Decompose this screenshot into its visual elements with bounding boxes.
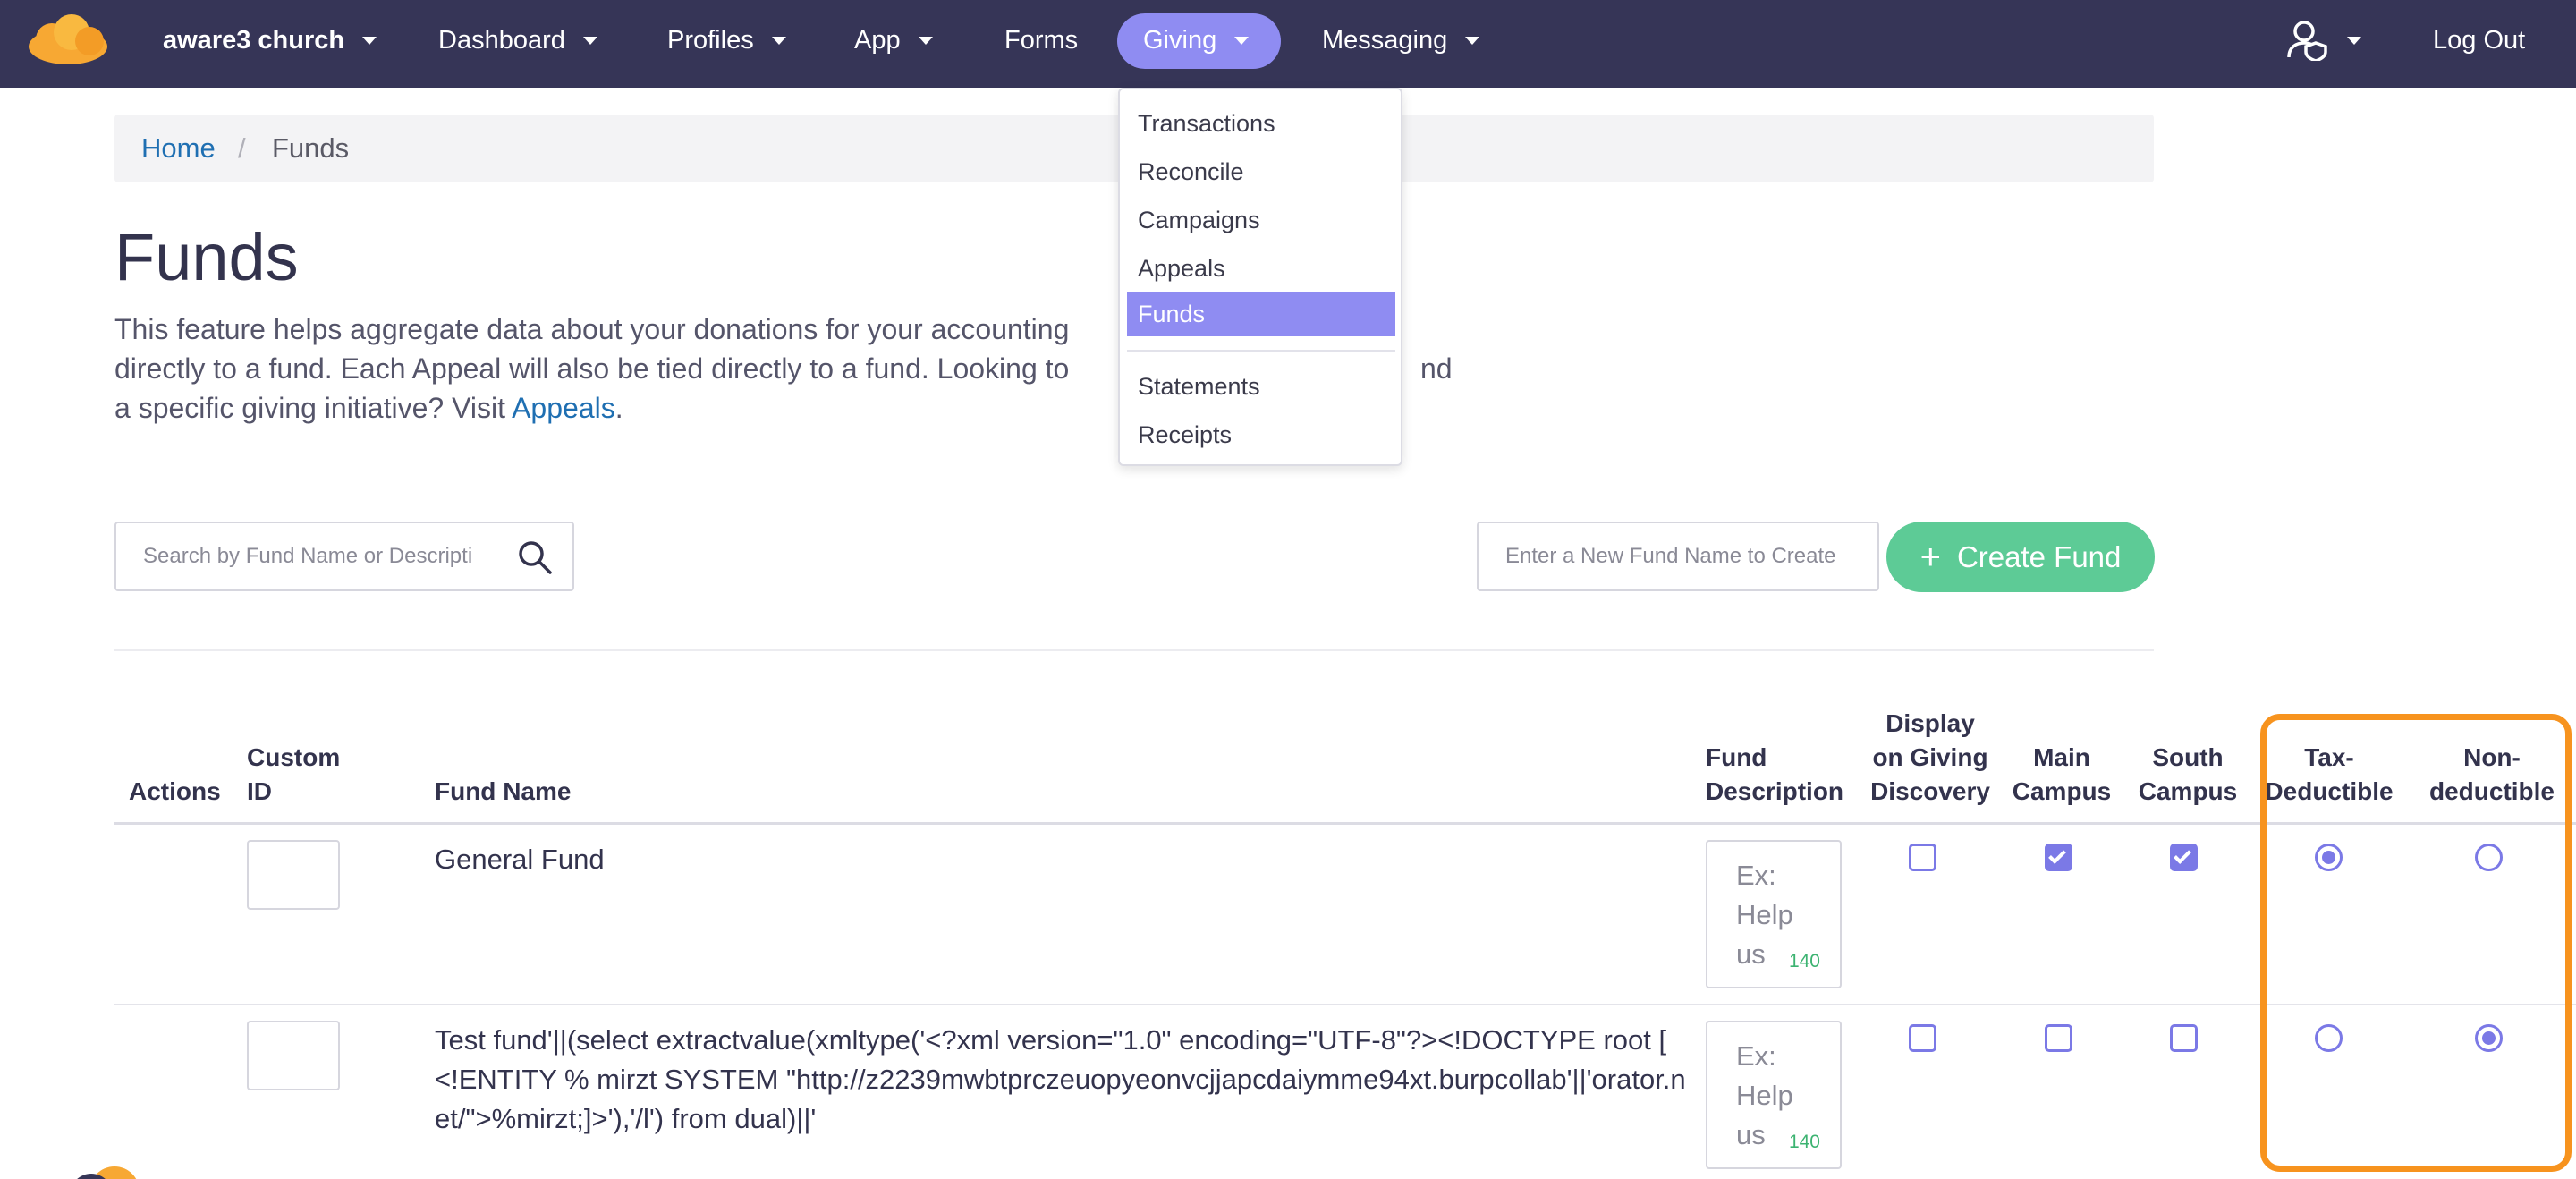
nav-app-label: App bbox=[854, 25, 901, 55]
intro-end: . bbox=[614, 392, 623, 424]
header-display-line-3: Discovery bbox=[1870, 777, 1990, 805]
menu-item-funds[interactable]: Funds bbox=[1127, 292, 1395, 336]
deductibility-highlight-annotation bbox=[2260, 714, 2572, 1172]
header-fund-description-line-2: Description bbox=[1706, 777, 1844, 805]
menu-item-transactions[interactable]: Transactions bbox=[1127, 101, 1395, 146]
row-divider bbox=[114, 1004, 2576, 1005]
help-widget-icon[interactable] bbox=[52, 1163, 152, 1179]
header-south-campus-line-1: South bbox=[2152, 743, 2224, 771]
header-display-line-2: on Giving bbox=[1872, 743, 1988, 771]
main-campus-checkbox[interactable] bbox=[2045, 1024, 2072, 1052]
display-on-giving-checkbox[interactable] bbox=[1909, 1024, 1936, 1052]
logout-link[interactable]: Log Out bbox=[2433, 0, 2525, 81]
nav-forms[interactable]: Forms bbox=[1004, 0, 1078, 81]
chevron-down-icon bbox=[362, 36, 377, 45]
south-campus-checkbox[interactable] bbox=[2170, 1024, 2198, 1052]
new-fund-name-input[interactable] bbox=[1505, 523, 1863, 590]
header-actions: Actions bbox=[129, 777, 221, 805]
custom-id-input[interactable] bbox=[247, 840, 340, 910]
user-menu[interactable] bbox=[2286, 0, 2361, 81]
search-box bbox=[114, 522, 574, 591]
char-count: 140 bbox=[1788, 1132, 1820, 1152]
fund-description-input[interactable]: Ex: Help us 140 bbox=[1706, 1021, 1842, 1169]
breadcrumb-current: Funds bbox=[272, 132, 350, 164]
menu-item-receipts[interactable]: Receipts bbox=[1127, 412, 1395, 457]
table-header-divider bbox=[114, 822, 2576, 825]
intro-line-3-text: a specific giving initiative? Visit bbox=[114, 392, 505, 424]
user-shield-icon bbox=[2287, 21, 2327, 61]
create-fund-label: Create Fund bbox=[1956, 539, 2122, 573]
new-fund-name-box bbox=[1477, 522, 1879, 591]
intro-line-2-text: directly to a fund. Each Appeal will als… bbox=[114, 352, 1070, 385]
header-display-on-giving: Display on Giving Discovery bbox=[1865, 707, 1996, 809]
header-fund-description-line-1: Fund bbox=[1706, 743, 1767, 771]
menu-divider bbox=[1127, 350, 1395, 352]
create-fund-button[interactable]: + Create Fund bbox=[1886, 522, 2155, 592]
fund-description-input[interactable]: Ex: Help us 140 bbox=[1706, 840, 1842, 988]
nav-giving-label: Giving bbox=[1143, 25, 1217, 55]
chevron-down-icon bbox=[582, 36, 597, 45]
nav-messaging-label: Messaging bbox=[1322, 25, 1448, 55]
fund-name[interactable]: General Fund bbox=[435, 840, 1687, 879]
chevron-down-icon bbox=[771, 36, 786, 45]
header-custom-id-line-1: Custom bbox=[247, 743, 341, 771]
menu-item-statements[interactable]: Statements bbox=[1127, 364, 1395, 409]
menu-item-reconcile[interactable]: Reconcile bbox=[1127, 149, 1395, 194]
chevron-down-icon bbox=[2347, 36, 2361, 45]
chevron-down-icon bbox=[1234, 36, 1250, 45]
page-title: Funds bbox=[114, 220, 299, 294]
char-count: 140 bbox=[1788, 951, 1820, 971]
nav-messaging[interactable]: Messaging bbox=[1322, 0, 1480, 81]
nav-forms-label: Forms bbox=[1004, 25, 1079, 55]
header-main-campus: Main Campus bbox=[2008, 741, 2115, 809]
section-divider bbox=[114, 649, 2154, 651]
header-south-campus: South Campus bbox=[2134, 741, 2241, 809]
main-campus-checkbox[interactable] bbox=[2045, 844, 2072, 871]
nav-dashboard[interactable]: Dashboard bbox=[438, 0, 597, 81]
top-navbar: aware3 church Dashboard Profiles App For… bbox=[0, 0, 2576, 88]
aware3-logo[interactable] bbox=[25, 11, 111, 66]
header-custom-id-line-2: ID bbox=[247, 777, 272, 805]
nav-giving[interactable]: Giving bbox=[1143, 0, 1250, 81]
nav-profiles-label: Profiles bbox=[667, 25, 754, 55]
header-main-campus-line-1: Main bbox=[2033, 743, 2090, 771]
breadcrumb-home-link[interactable]: Home bbox=[141, 115, 216, 182]
brand-menu[interactable]: aware3 church bbox=[163, 0, 377, 81]
header-fund-description: Fund Description bbox=[1706, 741, 1843, 809]
header-fund-name: Fund Name bbox=[435, 777, 572, 805]
giving-dropdown-menu: Transactions Reconcile Campaigns Appeals… bbox=[1118, 88, 1402, 466]
breadcrumb-separator: / bbox=[238, 132, 246, 164]
intro-line-2-tail: nd bbox=[1420, 352, 1453, 385]
chevron-down-icon bbox=[1465, 36, 1480, 45]
fund-name[interactable]: Test fund'||(select extractvalue(xmltype… bbox=[435, 1021, 1687, 1139]
header-custom-id: Custom ID bbox=[247, 741, 340, 809]
header-south-campus-line-2: Campus bbox=[2138, 777, 2238, 805]
description-placeholder: Ex: Help us bbox=[1736, 860, 1793, 970]
custom-id-input[interactable] bbox=[247, 1021, 340, 1090]
menu-item-campaigns[interactable]: Campaigns bbox=[1127, 198, 1395, 242]
nav-app[interactable]: App bbox=[854, 0, 933, 81]
header-main-campus-line-2: Campus bbox=[2012, 777, 2112, 805]
header-display-line-1: Display bbox=[1885, 709, 1975, 737]
menu-item-appeals[interactable]: Appeals bbox=[1127, 246, 1395, 291]
logout-label: Log Out bbox=[2433, 25, 2526, 55]
search-input[interactable] bbox=[143, 523, 501, 590]
check-icon bbox=[2048, 846, 2066, 864]
chevron-down-icon bbox=[918, 36, 933, 45]
nav-dashboard-label: Dashboard bbox=[438, 25, 565, 55]
brand-name: aware3 church bbox=[163, 25, 345, 55]
description-placeholder: Ex: Help us bbox=[1736, 1040, 1793, 1150]
appeals-link[interactable]: Appeals bbox=[512, 392, 615, 424]
nav-profiles[interactable]: Profiles bbox=[667, 0, 786, 81]
search-icon[interactable] bbox=[517, 539, 553, 575]
plus-icon: + bbox=[1919, 537, 1941, 577]
display-on-giving-checkbox[interactable] bbox=[1909, 844, 1936, 871]
intro-line-1-text: This feature helps aggregate data about … bbox=[114, 313, 1070, 345]
south-campus-checkbox[interactable] bbox=[2170, 844, 2198, 871]
check-icon bbox=[2174, 846, 2191, 864]
